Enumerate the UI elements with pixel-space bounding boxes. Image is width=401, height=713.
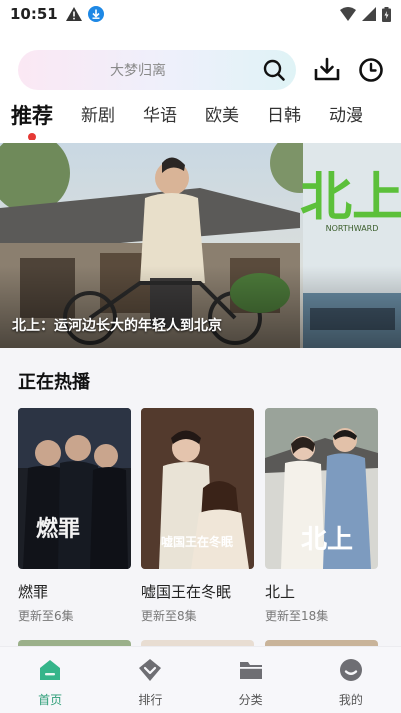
- download-icon[interactable]: [314, 57, 340, 83]
- status-time: 10:51: [10, 5, 58, 23]
- show-card[interactable]: 北上 北上 更新至18集: [265, 408, 378, 624]
- tab-recommend[interactable]: 推荐: [11, 100, 53, 140]
- nav-category[interactable]: 分类: [201, 647, 301, 713]
- tab-japan-korea[interactable]: 日韩: [267, 100, 301, 132]
- tab-new-drama[interactable]: 新剧: [81, 100, 115, 132]
- show-title: 北上: [265, 583, 296, 601]
- now-playing-section: 正在热播 燃罪 燃罪 更新至6集 嘘国王在冬眠 嘘国王在冬眠 更新至8集 北上 …: [0, 348, 401, 648]
- search-placeholder[interactable]: 大梦归离: [18, 60, 258, 80]
- history-clock-icon[interactable]: [358, 57, 384, 83]
- banner-caption: 北上：运河边长大的年轻人到北京: [12, 318, 222, 334]
- tab-western[interactable]: 欧美: [205, 100, 239, 132]
- category-tabs: 推荐 新剧 华语 欧美 日韩 动漫: [0, 100, 401, 140]
- show-title: 燃罪: [18, 583, 49, 601]
- show-poster[interactable]: 北上: [265, 408, 378, 569]
- profile-icon[interactable]: [339, 658, 363, 682]
- show-card[interactable]: 嘘国王在冬眠 嘘国王在冬眠 更新至8集: [141, 408, 254, 624]
- show-episode-status: 更新至8集: [141, 609, 197, 623]
- search-box[interactable]: 大梦归离: [18, 50, 296, 90]
- poster-small-text: NORTHWARD: [326, 224, 379, 233]
- signal-icon: [362, 7, 376, 21]
- show-episode-status: 更新至6集: [18, 609, 74, 623]
- header: 大梦归离: [0, 48, 401, 92]
- nav-home[interactable]: 首页: [0, 647, 100, 713]
- show-title: 嘘国王在冬眠: [141, 583, 232, 601]
- nav-label: 首页: [38, 693, 63, 707]
- nav-label: 排行: [138, 693, 163, 707]
- nav-label: 我的: [338, 693, 363, 707]
- nav-label: 分类: [238, 693, 263, 707]
- active-tab-indicator: [28, 133, 36, 140]
- category-folder-icon[interactable]: [239, 658, 263, 682]
- featured-banner[interactable]: 北上 NORTHWARD 北上：运河边长大的年轻人到北京: [0, 143, 401, 348]
- show-episode-status: 更新至18集: [265, 609, 329, 623]
- show-poster[interactable]: 嘘国王在冬眠: [141, 408, 254, 569]
- wifi-icon: [340, 7, 356, 21]
- poster-title: 嘘国王在冬眠: [161, 534, 233, 549]
- section-title: 正在热播: [18, 372, 90, 393]
- show-poster[interactable]: 燃罪: [18, 408, 131, 569]
- poster-calligraphy: 北上: [300, 167, 401, 228]
- nav-profile[interactable]: 我的: [301, 647, 401, 713]
- tab-label: 推荐: [11, 104, 53, 128]
- tab-chinese[interactable]: 华语: [143, 100, 177, 132]
- status-bar: 10:51: [0, 0, 401, 28]
- tab-anime[interactable]: 动漫: [329, 100, 363, 132]
- bottom-navigation: 首页 排行 分类 我的: [0, 646, 401, 713]
- nav-ranking[interactable]: 排行: [100, 647, 200, 713]
- poster-title: 北上: [301, 525, 353, 555]
- download-notification-icon: [87, 6, 104, 22]
- home-icon[interactable]: [38, 658, 62, 682]
- poster-title: 燃罪: [36, 516, 80, 542]
- search-icon[interactable]: [262, 58, 286, 82]
- show-card[interactable]: 燃罪 燃罪 更新至6集: [18, 408, 131, 624]
- ranking-icon[interactable]: [138, 658, 162, 682]
- battery-icon: [382, 6, 391, 22]
- warning-icon: [65, 7, 82, 21]
